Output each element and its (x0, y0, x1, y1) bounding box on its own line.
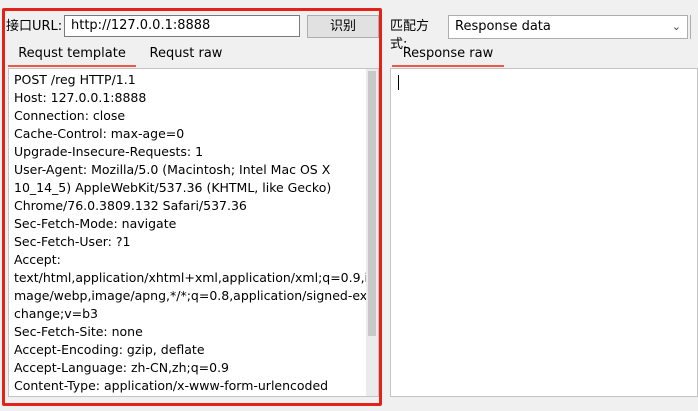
pane-splitter[interactable] (385, 0, 388, 411)
scrollbar-thumb[interactable] (368, 71, 376, 336)
active-tab-indicator (392, 65, 504, 67)
editor-line: Upgrade-Insecure-Requests: 1 (14, 144, 204, 159)
editor-line: Sec-Fetch-Mode: navigate (14, 216, 177, 231)
editor-line: Accept-Encoding: gzip, deflate (14, 342, 205, 357)
editor-line: Host: 127.0.0.1:8888 (14, 90, 147, 105)
editor-line: Chrome/76.0.3809.132 Safari/537.36 (14, 198, 247, 213)
editor-line: change;v=b3 (14, 306, 98, 321)
tab-request-template[interactable]: Requst template (8, 42, 136, 66)
chevron-down-icon: ⌄ (671, 20, 681, 33)
editor-line: Connection: close (14, 108, 126, 123)
tab-request-raw[interactable]: Requst raw (138, 42, 234, 66)
editor-line: Sec-Fetch-User: ?1 (14, 234, 131, 249)
tab-label: Requst template (18, 46, 126, 61)
editor-line: Accept: (14, 252, 61, 267)
tab-label: Requst raw (149, 46, 223, 61)
editor-line: Accept-Language: zh-CN,zh;q=0.9 (14, 360, 230, 375)
editor-line: 10_14_5) AppleWebKit/537.36 (KHTML, like… (14, 180, 332, 195)
tab-label: Response raw (402, 46, 494, 61)
request-template-editor[interactable]: POST /reg HTTP/1.1 Host: 127.0.0.1:8888 … (8, 68, 379, 397)
url-label: 接口URL: (6, 19, 63, 34)
editor-line: User-Agent: Mozilla/5.0 (Macintosh; Inte… (14, 162, 331, 177)
vertical-scrollbar[interactable] (366, 69, 378, 396)
editor-content: POST /reg HTTP/1.1 Host: 127.0.0.1:8888 … (14, 71, 369, 395)
toolbar-edge (690, 15, 698, 39)
editor-line: Content-Type: application/x-www-form-url… (14, 378, 329, 393)
match-mode-value: Response data (455, 19, 551, 34)
editor-line: POST /reg HTTP/1.1 (14, 72, 136, 87)
editor-line: Cache-Control: max-age=0 (14, 126, 185, 141)
match-mode-select[interactable]: Response data ⌄ (448, 15, 688, 39)
editor-line: text/html,application/xhtml+xml,applicat… (14, 270, 369, 285)
recognize-button[interactable]: 识别 (307, 15, 379, 38)
response-raw-editor[interactable] (390, 68, 698, 397)
text-caret (398, 75, 399, 90)
editor-line: Sec-Fetch-Site: none (14, 324, 143, 339)
tab-response-raw[interactable]: Response raw (392, 42, 504, 66)
active-tab-indicator (8, 65, 136, 67)
editor-line: mage/webp,image/apng,*/*;q=0.8,applicati… (14, 288, 368, 303)
url-input[interactable]: http://127.0.0.1:8888 (64, 15, 300, 37)
